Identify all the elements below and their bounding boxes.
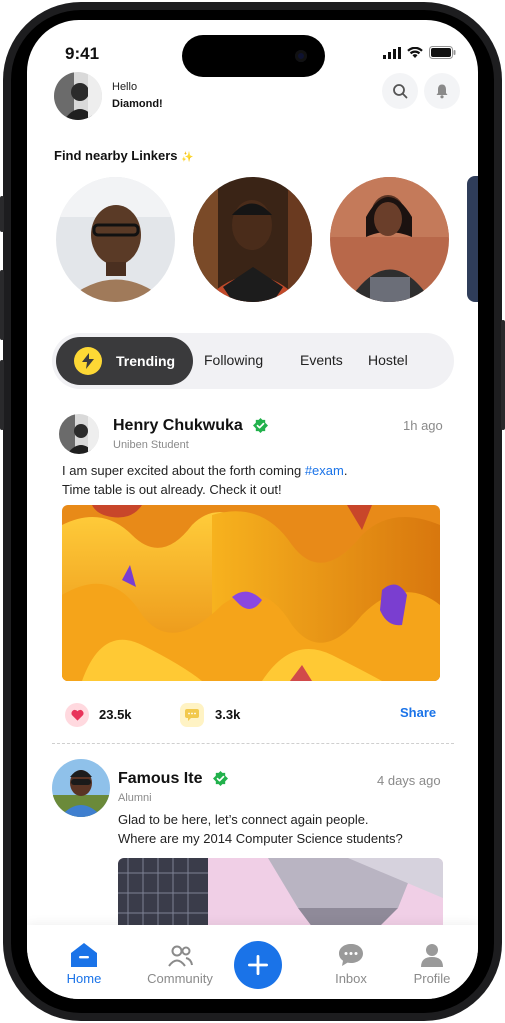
post-author-subtitle: Uniben Student (113, 439, 189, 451)
comment-button[interactable] (180, 703, 204, 727)
power-button (501, 320, 505, 430)
bottom-navbar: Home Community Inbox Profile (27, 925, 478, 999)
volume-up-button (0, 270, 4, 340)
community-icon (168, 945, 193, 967)
mute-switch (0, 196, 4, 232)
notifications-button[interactable] (424, 73, 460, 109)
greeting-hello: Hello (112, 81, 138, 93)
nearby-section-title: Find nearby Linkers ✨ (54, 148, 194, 163)
post-body-line2: Time table is out already. Check it out! (62, 482, 282, 497)
nav-inbox[interactable]: Inbox (316, 943, 386, 986)
post-timestamp: 1h ago (403, 418, 443, 433)
post-author-name-text: Henry Chukwuka (113, 417, 243, 434)
linker-card[interactable] (330, 177, 449, 302)
tab-hostel[interactable]: Hostel (368, 352, 408, 368)
like-button[interactable] (65, 703, 89, 727)
post-author-avatar[interactable] (59, 414, 99, 454)
linker-card[interactable] (56, 177, 175, 302)
greeting-username: Diamond! (112, 98, 163, 110)
verified-badge-icon (253, 418, 269, 434)
tab-following[interactable]: Following (204, 352, 263, 368)
profile-icon (421, 944, 443, 967)
nav-home[interactable]: Home (49, 943, 119, 986)
nearby-title-text: Find nearby Linkers (54, 148, 178, 163)
comment-count: 3.3k (215, 707, 241, 722)
home-icon (71, 943, 97, 967)
post-divider (52, 743, 454, 744)
post-author-name[interactable]: Famous Ite (118, 770, 228, 788)
status-time: 9:41 (65, 44, 100, 63)
tab-trending-label: Trending (116, 353, 176, 369)
front-camera (295, 50, 307, 62)
chat-icon (339, 944, 363, 966)
search-icon (393, 84, 408, 99)
post-body-text: I am super excited about the forth comin… (62, 463, 305, 478)
user-avatar[interactable] (54, 72, 102, 120)
tab-trending[interactable]: Trending (56, 337, 193, 385)
wifi-icon (407, 46, 423, 58)
share-button[interactable]: Share (400, 705, 436, 720)
dynamic-island (182, 35, 325, 77)
linker-card-partial[interactable] (467, 176, 478, 302)
volume-down-button (0, 360, 4, 430)
post-author-avatar[interactable] (52, 759, 110, 817)
post-body-text-end: . (343, 463, 348, 478)
tab-events[interactable]: Events (300, 352, 343, 368)
nav-community[interactable]: Community (145, 945, 215, 986)
post-timestamp: 4 days ago (377, 773, 441, 788)
feed-tabs: Trending Following Events Hostel (52, 333, 454, 389)
nav-profile[interactable]: Profile (397, 943, 467, 986)
create-post-button[interactable] (234, 941, 282, 989)
post-image[interactable] (62, 505, 440, 681)
post-body: I am super excited about the forth comin… (62, 461, 452, 499)
post-body: Glad to be here, let’s connect again peo… (118, 810, 468, 848)
verified-badge-icon (212, 771, 228, 787)
battery-icon (429, 46, 456, 59)
post-author-name[interactable]: Henry Chukwuka (113, 417, 269, 435)
lightning-icon (74, 347, 102, 375)
bell-icon (436, 84, 448, 99)
comment-icon (185, 709, 199, 721)
nav-community-label: Community (147, 971, 213, 986)
nav-inbox-label: Inbox (335, 971, 367, 986)
post-author-subtitle: Alumni (118, 792, 152, 804)
post-body-line1: Glad to be here, let’s connect again peo… (118, 812, 369, 827)
plus-icon (248, 955, 268, 975)
like-count: 23.5k (99, 707, 132, 722)
nav-home-label: Home (66, 971, 102, 986)
search-button[interactable] (382, 73, 418, 109)
nav-profile-label: Profile (413, 971, 451, 986)
heart-icon (70, 709, 84, 721)
app-screen: 9:41 Hello Diamond! Find nearby Linkers … (27, 20, 478, 999)
post-author-name-text: Famous Ite (118, 770, 203, 787)
sparkle-icon: ✨ (181, 152, 194, 163)
signal-icon (383, 46, 401, 59)
linker-card[interactable] (193, 177, 312, 302)
status-icons (383, 46, 456, 59)
post-body-line2: Where are my 2014 Computer Science stude… (118, 831, 403, 846)
hashtag-link[interactable]: #exam (305, 463, 344, 478)
